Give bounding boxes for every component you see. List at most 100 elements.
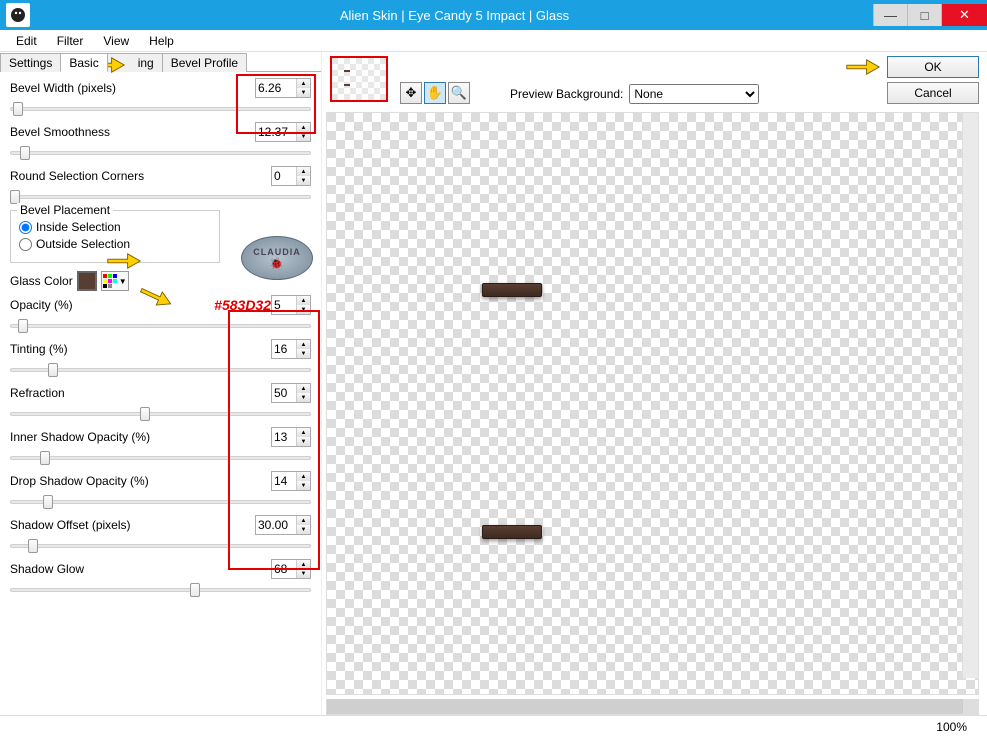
window-title: Alien Skin | Eye Candy 5 Impact | Glass [36, 8, 873, 23]
menu-view[interactable]: View [93, 32, 139, 50]
drop-shadow-input[interactable] [272, 472, 296, 490]
spin-up-icon[interactable]: ▲ [297, 428, 310, 437]
opacity-input[interactable] [272, 296, 296, 314]
preview-canvas[interactable] [326, 112, 979, 695]
bevel-smoothness-slider[interactable] [10, 144, 311, 160]
preview-toolbar: ✥ ✋ 🔍 Preview Background: None OK Cancel [322, 52, 987, 112]
spin-up-icon[interactable]: ▲ [297, 167, 310, 176]
bevel-width-input[interactable] [256, 79, 296, 97]
round-corners-input[interactable] [272, 167, 296, 185]
spin-down-icon[interactable]: ▼ [297, 437, 310, 446]
zoom-tool-button[interactable]: 🔍 [448, 82, 470, 104]
inner-shadow-slider[interactable] [10, 449, 311, 465]
color-palette-button[interactable]: ▼ [101, 271, 129, 291]
tinting-label: Tinting (%) [10, 342, 271, 356]
round-corners-label: Round Selection Corners [10, 169, 271, 183]
drop-shadow-spinner[interactable]: ▲▼ [271, 471, 311, 491]
menu-help[interactable]: Help [139, 32, 184, 50]
opacity-spinner[interactable]: ▲▼ [271, 295, 311, 315]
bevel-smoothness-input[interactable] [256, 123, 296, 141]
drop-shadow-label: Drop Shadow Opacity (%) [10, 474, 271, 488]
inner-shadow-input[interactable] [272, 428, 296, 446]
right-panel: ✥ ✋ 🔍 Preview Background: None OK Cancel [322, 52, 987, 715]
spin-down-icon[interactable]: ▼ [297, 525, 310, 534]
palette-icon [103, 274, 117, 288]
spin-down-icon[interactable]: ▼ [297, 569, 310, 578]
spin-down-icon[interactable]: ▼ [297, 305, 310, 314]
spin-down-icon[interactable]: ▼ [297, 88, 310, 97]
spin-down-icon[interactable]: ▼ [297, 132, 310, 141]
preview-thumbnail[interactable] [330, 56, 388, 102]
tinting-spinner[interactable]: ▲▼ [271, 339, 311, 359]
spin-up-icon[interactable]: ▲ [297, 384, 310, 393]
scrollbar-button[interactable] [962, 699, 978, 714]
hand-tool-icon: ✋ [427, 85, 443, 101]
shadow-offset-spinner[interactable]: ▲▼ [255, 515, 311, 535]
claudia-badge: CLAUDIA 🐞 [241, 236, 313, 280]
checker-background [327, 113, 978, 694]
shadow-offset-slider[interactable] [10, 537, 311, 553]
refraction-slider[interactable] [10, 405, 311, 421]
shadow-offset-input[interactable] [256, 516, 296, 534]
bug-icon: 🐞 [270, 257, 285, 270]
shadow-glow-input[interactable] [272, 560, 296, 578]
tab-basic[interactable]: Basic [60, 53, 107, 72]
pointer-hand-icon [845, 56, 881, 78]
outside-selection-radio[interactable] [19, 238, 32, 251]
menu-filter[interactable]: Filter [47, 32, 94, 50]
claudia-text: CLAUDIA [253, 247, 301, 257]
ok-button[interactable]: OK [887, 56, 979, 78]
close-button[interactable]: ✕ [941, 4, 987, 26]
spin-up-icon[interactable]: ▲ [297, 340, 310, 349]
move-tool-button[interactable]: ✥ [400, 82, 422, 104]
tab-settings[interactable]: Settings [0, 53, 61, 72]
spin-up-icon[interactable]: ▲ [297, 560, 310, 569]
tinting-slider[interactable] [10, 361, 311, 377]
preview-bg-select[interactable]: None [629, 84, 759, 104]
inside-selection-label: Inside Selection [36, 220, 121, 234]
bevel-width-slider[interactable] [10, 100, 311, 116]
app-icon [6, 3, 30, 27]
spin-up-icon[interactable]: ▲ [297, 123, 310, 132]
bevel-smoothness-spinner[interactable]: ▲▼ [255, 122, 311, 142]
spin-down-icon[interactable]: ▼ [297, 176, 310, 185]
spin-down-icon[interactable]: ▼ [297, 349, 310, 358]
spin-up-icon[interactable]: ▲ [297, 79, 310, 88]
inner-shadow-label: Inner Shadow Opacity (%) [10, 430, 271, 444]
bevel-width-spinner[interactable]: ▲▼ [255, 78, 311, 98]
opacity-slider[interactable] [10, 317, 311, 333]
drop-shadow-slider[interactable] [10, 493, 311, 509]
outside-selection-label: Outside Selection [36, 237, 130, 251]
inside-selection-radio[interactable] [19, 221, 32, 234]
glass-color-swatch[interactable] [77, 271, 97, 291]
spin-down-icon[interactable]: ▼ [297, 393, 310, 402]
spin-down-icon[interactable]: ▼ [297, 481, 310, 490]
round-corners-slider[interactable] [10, 188, 311, 204]
hand-tool-button[interactable]: ✋ [424, 82, 446, 104]
preview-bg-label: Preview Background: [510, 87, 623, 101]
inner-shadow-spinner[interactable]: ▲▼ [271, 427, 311, 447]
refraction-input[interactable] [272, 384, 296, 402]
minimize-button[interactable]: — [873, 4, 907, 26]
spin-up-icon[interactable]: ▲ [297, 472, 310, 481]
magnifier-icon: 🔍 [451, 85, 467, 101]
tinting-input[interactable] [272, 340, 296, 358]
round-corners-spinner[interactable]: ▲▼ [271, 166, 311, 186]
bevel-smoothness-label: Bevel Smoothness [10, 125, 255, 139]
shadow-glow-slider[interactable] [10, 581, 311, 597]
tab-lighting[interactable]: ing [107, 53, 163, 72]
shadow-glow-spinner[interactable]: ▲▼ [271, 559, 311, 579]
chevron-down-icon: ▼ [119, 277, 127, 286]
hex-note: #583D32 [214, 297, 271, 313]
refraction-spinner[interactable]: ▲▼ [271, 383, 311, 403]
cancel-button[interactable]: Cancel [887, 82, 979, 104]
bevel-placement-legend: Bevel Placement [17, 203, 113, 217]
scrollbar-thumb[interactable] [327, 699, 962, 714]
maximize-button[interactable]: □ [907, 4, 941, 26]
spin-up-icon[interactable]: ▲ [297, 296, 310, 305]
horizontal-scrollbar[interactable] [326, 699, 979, 715]
tab-bevel-profile[interactable]: Bevel Profile [162, 53, 247, 72]
vertical-scrollbar[interactable] [962, 113, 978, 678]
menu-edit[interactable]: Edit [6, 32, 47, 50]
spin-up-icon[interactable]: ▲ [297, 516, 310, 525]
